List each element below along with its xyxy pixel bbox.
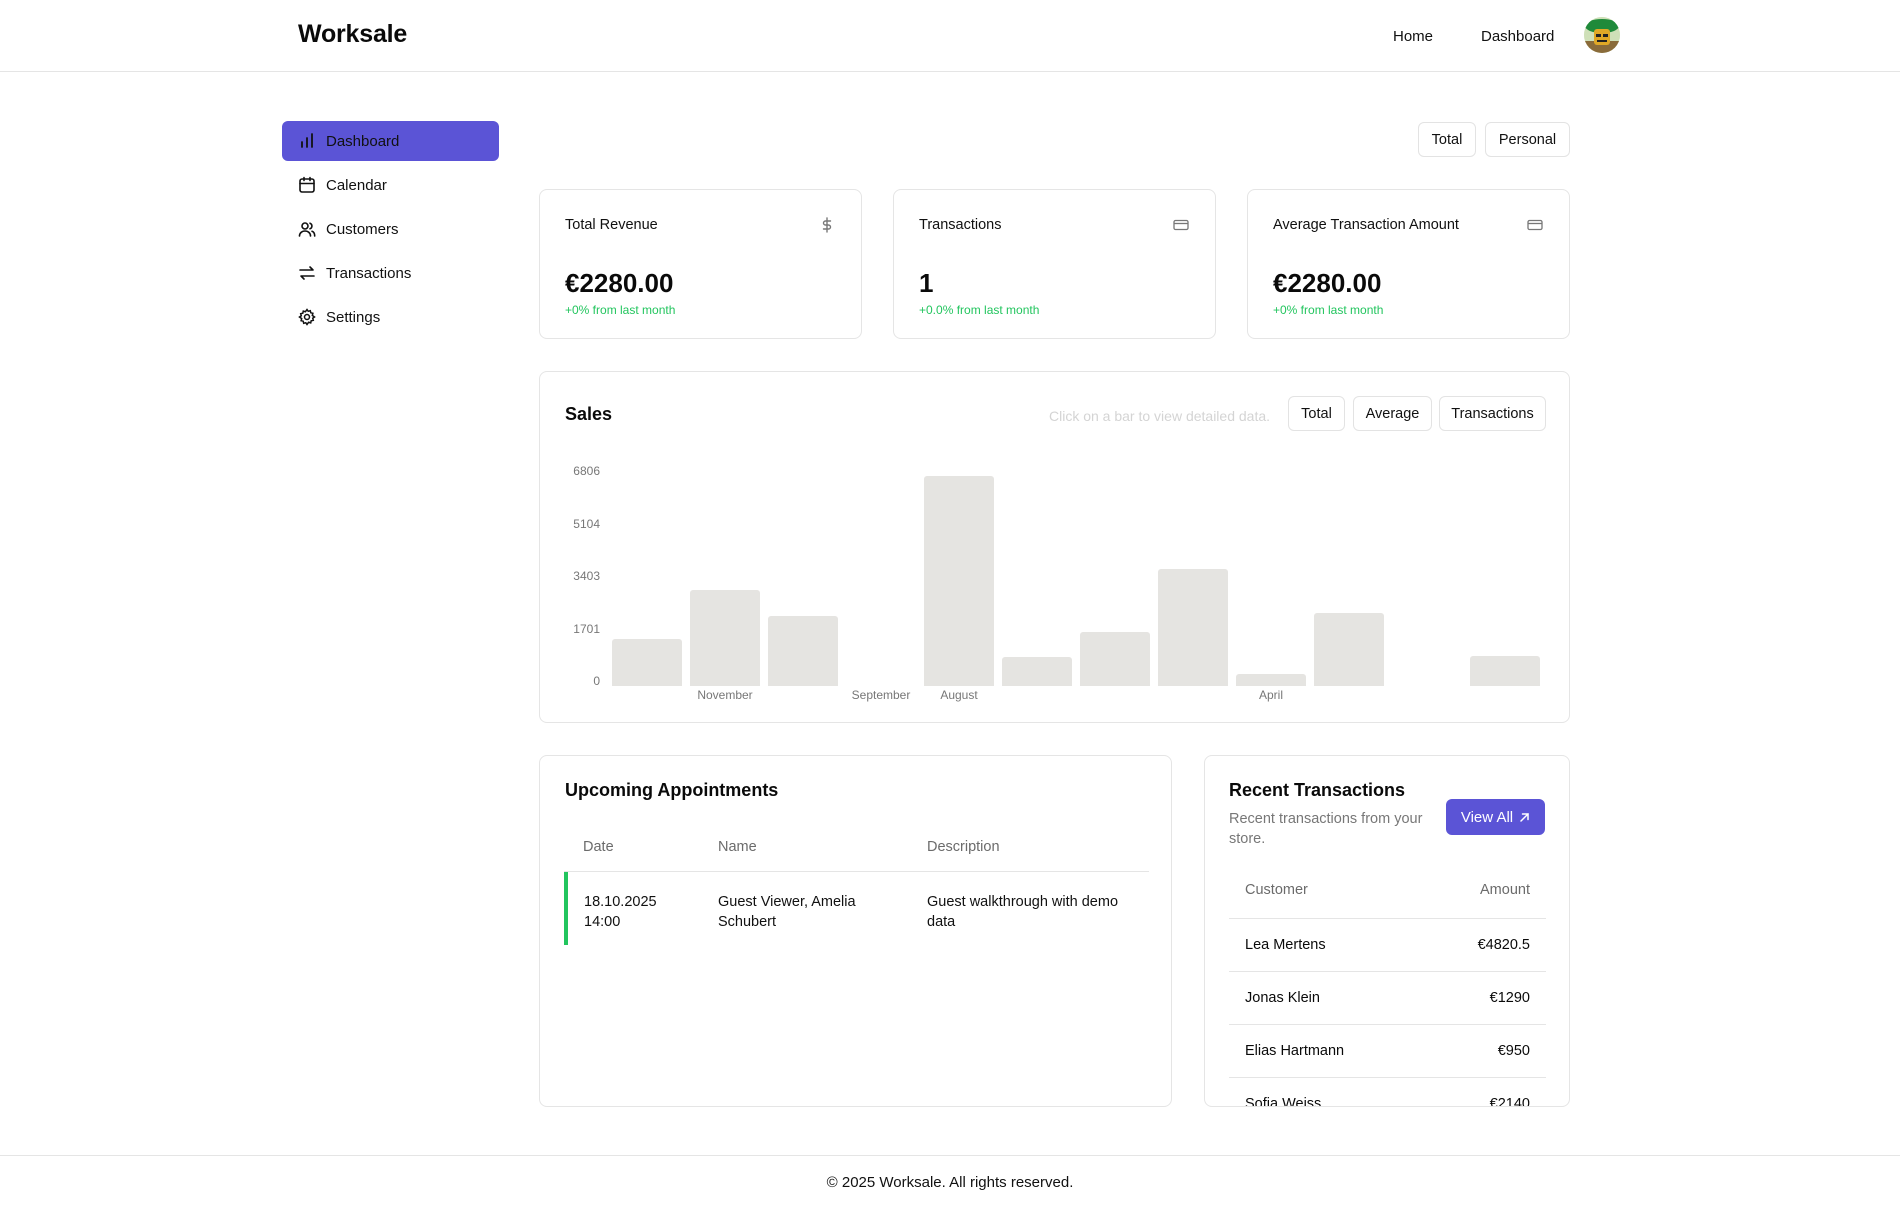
x-tick-label: April	[1258, 688, 1284, 702]
transactions-header-row: Customer Amount	[1229, 864, 1546, 919]
chart-bar[interactable]	[768, 615, 838, 686]
appointments-card: Upcoming Appointments Date Name Descript…	[539, 755, 1172, 1107]
sidebar-item-label: Calendar	[326, 176, 387, 194]
chart-bar[interactable]	[1236, 673, 1306, 686]
stat-card-average-transaction: Average Transaction Amount €2280.00 +0% …	[1247, 189, 1570, 339]
chart-bar[interactable]	[1158, 568, 1228, 686]
sidebar-item-label: Settings	[326, 308, 381, 326]
recent-transactions-title: Recent Transactions	[1229, 780, 1406, 800]
recent-transactions-card: Recent Transactions Recent transactions …	[1204, 755, 1570, 1107]
view-all-label: View All	[1460, 808, 1514, 826]
column-header-date: Date	[583, 839, 614, 855]
avatar-image	[1584, 17, 1620, 53]
chart-bar[interactable]	[690, 590, 760, 686]
stat-card-total-revenue: Total Revenue €2280.00 +0% from last mon…	[539, 189, 862, 339]
y-tick-label: 6806	[573, 464, 600, 478]
chart-bar[interactable]	[1470, 656, 1540, 686]
y-tick-label: 0	[593, 674, 600, 688]
sales-bar-chart: 6806 5104 3403 1701 0 November September A…	[540, 372, 1571, 724]
stat-title: Transactions	[919, 217, 1002, 233]
y-tick-label: 1701	[573, 622, 600, 636]
nav-dashboard-link[interactable]: Dashboard	[1481, 28, 1554, 45]
sidebar-item-settings[interactable]: Settings	[282, 297, 499, 337]
gear-icon	[298, 308, 316, 326]
x-tick-label: November	[697, 688, 753, 702]
brand-logo[interactable]: Worksale	[298, 20, 407, 49]
transaction-amount: €950	[1497, 1043, 1530, 1059]
sidebar-item-dashboard[interactable]: Dashboard	[282, 121, 499, 161]
stat-value: €2280.00	[565, 268, 674, 298]
transaction-customer: Elias Hartmann	[1245, 1043, 1345, 1059]
x-tick-label: September	[851, 688, 911, 702]
calendar-icon	[299, 176, 315, 193]
appointment-date: 18.10.2025	[584, 894, 657, 910]
column-header-amount: Amount	[1480, 882, 1530, 898]
sales-chart-card: Sales Click on a bar to view detailed da…	[539, 371, 1570, 723]
y-tick-label: 5104	[573, 517, 600, 531]
table-row[interactable]: Sofia Weiss €2140	[1229, 1078, 1546, 1107]
chart-bar[interactable]	[1002, 657, 1072, 686]
bar-chart-icon	[301, 133, 313, 148]
avatar[interactable]	[1584, 17, 1620, 53]
chart-bar[interactable]	[1080, 632, 1150, 686]
table-row[interactable]: Jonas Klein €1290	[1229, 972, 1546, 1025]
sidebar-item-transactions[interactable]: Transactions	[282, 253, 499, 293]
column-header-customer: Customer	[1245, 882, 1308, 898]
column-header-name: Name	[718, 839, 757, 855]
table-row[interactable]: Elias Hartmann €950	[1229, 1025, 1546, 1078]
footer: © 2025 Worksale. All rights reserved.	[0, 1155, 1900, 1208]
stat-change: +0.0% from last month	[919, 303, 1040, 317]
total-toggle-button[interactable]: Total	[1418, 122, 1476, 157]
appointment-name: Guest Viewer, Amelia	[718, 894, 856, 910]
appointment-description: Guest walkthrough with demo	[927, 894, 1119, 910]
transaction-amount: €1290	[1489, 990, 1530, 1006]
credit-card-icon	[1173, 219, 1189, 231]
column-header-description: Description	[927, 839, 1000, 855]
appointment-name-cont: Schubert	[718, 914, 777, 930]
table-row[interactable]: 18.10.2025 14:00 Guest Viewer, Amelia Sc…	[564, 872, 1149, 945]
nav-home-link[interactable]: Home	[1393, 28, 1433, 45]
transaction-customer: Sofia Weiss	[1245, 1096, 1322, 1107]
arrow-up-right-icon	[1520, 812, 1529, 822]
arrows-left-right-icon	[299, 266, 315, 280]
transaction-customer: Lea Mertens	[1245, 937, 1326, 953]
stat-change: +0% from last month	[1273, 303, 1384, 317]
table-row[interactable]: Lea Mertens €4820.5	[1229, 919, 1546, 972]
appointment-time: 14:00	[584, 914, 621, 930]
top-header: Worksale Home Dashboard	[0, 0, 1900, 72]
sidebar-item-calendar[interactable]: Calendar	[282, 165, 499, 205]
stat-title: Average Transaction Amount	[1273, 217, 1459, 233]
y-tick-label: 3403	[573, 569, 600, 583]
credit-card-icon	[1527, 219, 1543, 231]
footer-copyright: © 2025 Worksale. All rights reserved.	[826, 1174, 1074, 1191]
appointment-status-bar	[564, 872, 568, 945]
view-all-button[interactable]: View All	[1446, 799, 1545, 835]
stat-change: +0% from last month	[565, 303, 676, 317]
sidebar-item-label: Transactions	[326, 264, 412, 282]
dollar-icon	[822, 217, 832, 233]
sidebar-item-customers[interactable]: Customers	[282, 209, 499, 249]
stat-value: €2280.00	[1273, 268, 1382, 298]
appointments-title: Upcoming Appointments	[565, 780, 779, 800]
recent-transactions-subtitle: Recent transactions from your store.	[1229, 811, 1423, 847]
personal-toggle-button[interactable]: Personal	[1485, 122, 1570, 157]
transaction-amount: €2140	[1489, 1096, 1530, 1107]
transaction-amount: €4820.5	[1477, 937, 1530, 953]
stat-card-transactions: Transactions 1 +0.0% from last month	[893, 189, 1216, 339]
appointment-description-cont: data	[927, 914, 956, 930]
transaction-customer: Jonas Klein	[1245, 990, 1320, 1006]
chart-bar[interactable]	[612, 638, 682, 686]
stat-value: 1	[919, 268, 934, 298]
chart-bar[interactable]	[1314, 612, 1384, 686]
stat-title: Total Revenue	[565, 217, 658, 233]
users-icon	[298, 222, 316, 237]
sidebar-item-label: Customers	[326, 220, 399, 238]
chart-bar[interactable]	[924, 476, 994, 686]
sidebar-item-label: Dashboard	[326, 132, 400, 150]
x-tick-label: August	[940, 688, 978, 702]
